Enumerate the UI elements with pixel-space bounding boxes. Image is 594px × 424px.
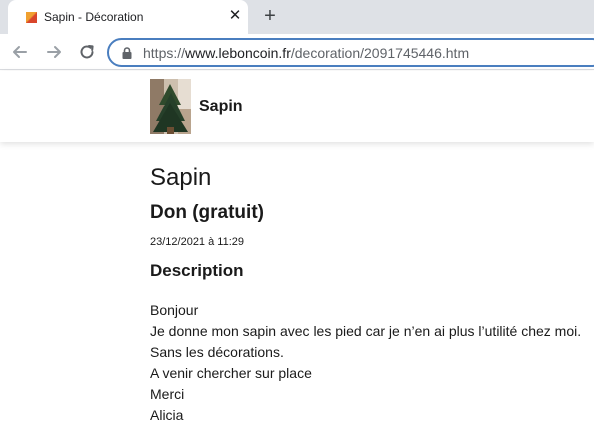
header-title: Sapin [199,98,243,115]
reload-button[interactable] [76,41,98,63]
description-line: Bonjour [150,302,199,318]
url-text: https://www.leboncoin.fr/decoration/2091… [143,45,469,61]
forward-button[interactable] [43,41,65,63]
back-button[interactable] [9,41,31,63]
site-favicon-icon [26,12,37,23]
ad-price: Don (gratuit) [150,202,264,223]
arrow-right-icon [47,46,61,58]
description-line: Merci [150,386,185,402]
url-host: www.leboncoin.fr [185,45,291,61]
browser-tab[interactable]: Sapin - Décoration ✕ [8,0,248,34]
reload-icon [80,45,94,59]
site-header: Sapin [0,71,594,142]
arrow-left-icon [13,46,27,58]
description-body: Bonjour Je donne mon sapin avec les pied… [150,300,581,424]
description-line: Sans les décorations. [150,344,284,360]
new-tab-button[interactable]: + [259,5,281,27]
close-tab-icon[interactable]: ✕ [227,8,243,24]
browser-toolbar: https://www.leboncoin.fr/decoration/2091… [0,34,594,70]
christmas-tree-photo [150,79,191,134]
url-path: /decoration/2091745446.htm [290,45,470,61]
url-prefix: https:// [143,45,186,61]
description-line: Je donne mon sapin avec les pied car je … [150,323,582,339]
lock-icon [122,47,132,59]
ad-date: 23/12/2021 à 11:29 [150,236,244,248]
tab-title: Sapin - Décoration [44,10,144,24]
description-line: Alicia [150,407,184,423]
tab-strip: Sapin - Décoration ✕ + [0,0,594,34]
ad-thumbnail[interactable] [150,79,191,134]
description-line: A venir chercher sur place [150,365,312,381]
address-bar[interactable]: https://www.leboncoin.fr/decoration/2091… [107,38,594,67]
description-heading: Description [150,261,244,280]
ad-title: Sapin [150,164,212,191]
